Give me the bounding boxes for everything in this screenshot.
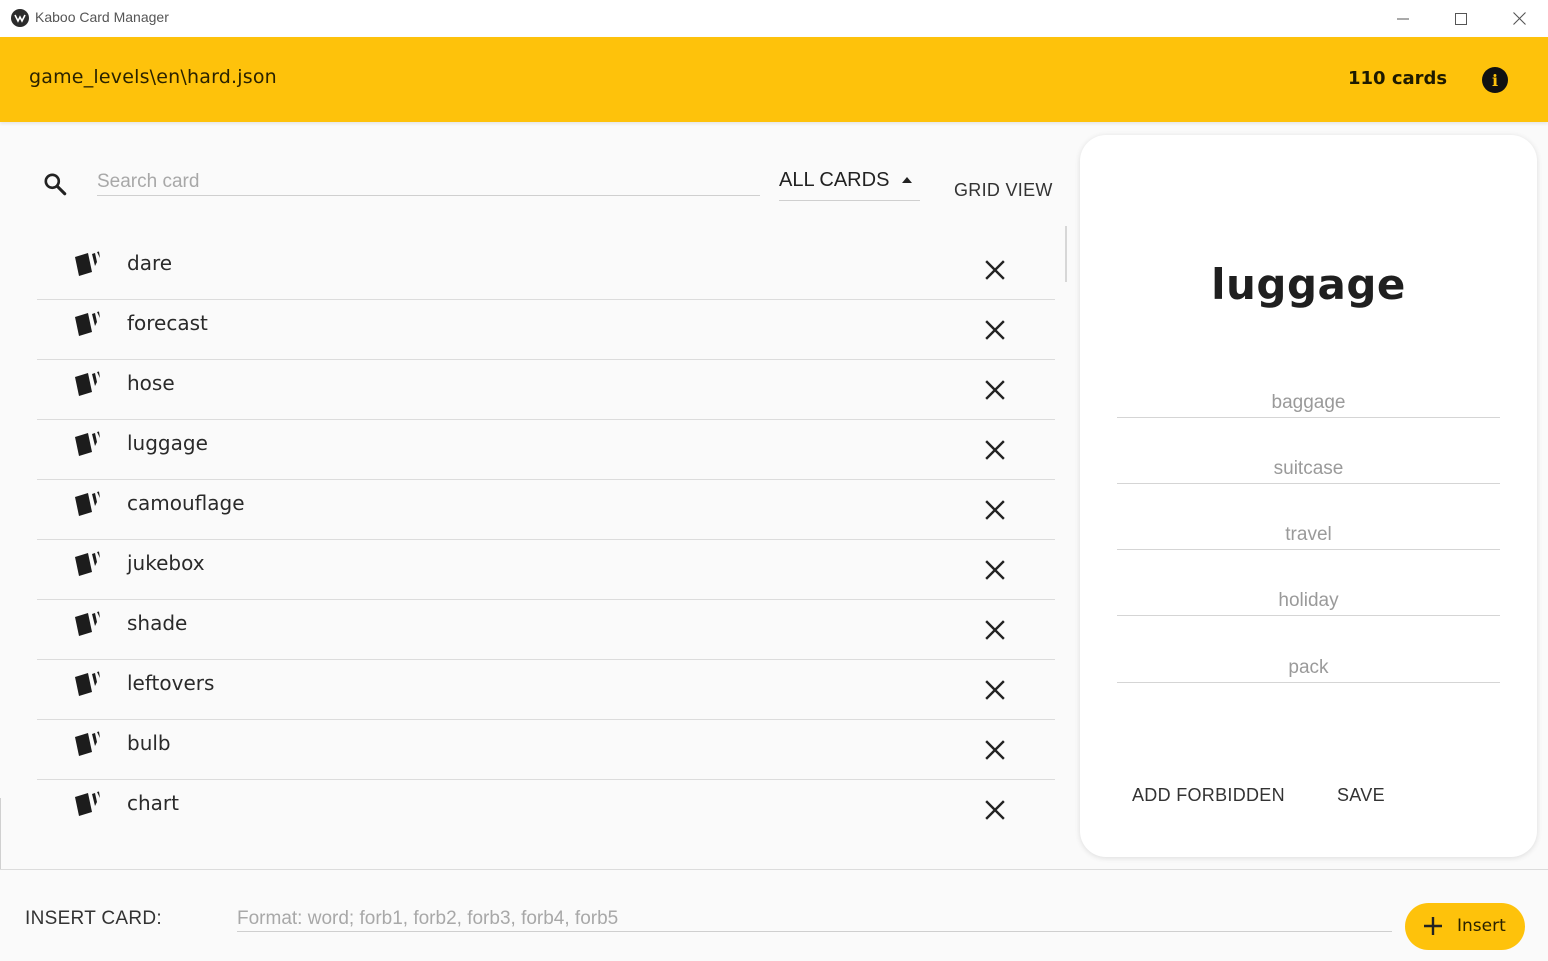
- plus-icon: [1424, 917, 1442, 935]
- window-titlebar: Kaboo Card Manager: [0, 0, 1548, 37]
- minimize-icon: [1397, 18, 1409, 19]
- info-icon: i: [1491, 70, 1499, 90]
- card-row[interactable]: camouflage: [37, 480, 1055, 540]
- insert-button[interactable]: Insert: [1405, 903, 1525, 950]
- caret-up-icon: [902, 177, 912, 183]
- card-row[interactable]: forecast: [37, 300, 1055, 360]
- card-row[interactable]: shade: [37, 600, 1055, 660]
- app-header: game_levels\en\hard.json 110 cards i: [0, 37, 1548, 122]
- delete-card-button[interactable]: [983, 438, 1007, 462]
- forbidden-word-field[interactable]: [1117, 388, 1500, 418]
- cards-icon: [75, 671, 100, 696]
- card-word: camouflage: [127, 491, 245, 515]
- insert-label: INSERT CARD:: [25, 908, 162, 929]
- card-row[interactable]: hose: [37, 360, 1055, 420]
- window-title: Kaboo Card Manager: [35, 9, 169, 25]
- grid-view-button[interactable]: GRID VIEW: [954, 180, 1053, 201]
- add-forbidden-button[interactable]: ADD FORBIDDEN: [1132, 785, 1285, 806]
- search-input[interactable]: [97, 169, 760, 196]
- insert-card-input[interactable]: [237, 906, 1392, 932]
- cards-icon: [75, 251, 100, 276]
- card-list: dare forecast hose luggage camouflage ju…: [37, 240, 1055, 840]
- card-row[interactable]: bulb: [37, 720, 1055, 780]
- close-icon: [1512, 12, 1526, 25]
- cards-icon: [75, 491, 100, 516]
- list-scrollbar[interactable]: [1065, 226, 1067, 282]
- maximize-button[interactable]: [1432, 0, 1490, 37]
- cards-icon: [75, 791, 100, 816]
- forbidden-word-field[interactable]: [1117, 454, 1500, 484]
- file-path: game_levels\en\hard.json: [29, 66, 277, 88]
- delete-card-button[interactable]: [983, 498, 1007, 522]
- search-icon: [44, 173, 67, 196]
- delete-card-button[interactable]: [983, 618, 1007, 642]
- cards-icon: [75, 731, 100, 756]
- card-word: shade: [127, 611, 188, 635]
- insert-button-label: Insert: [1457, 916, 1506, 936]
- card-word: dare: [127, 251, 173, 275]
- card-word: leftovers: [127, 671, 215, 695]
- card-row[interactable]: chart: [37, 780, 1055, 840]
- cards-icon: [75, 311, 100, 336]
- card-word: bulb: [127, 731, 171, 755]
- filter-dropdown[interactable]: ALL CARDS: [779, 168, 920, 201]
- cards-icon: [75, 371, 100, 396]
- card-word: chart: [127, 791, 179, 815]
- delete-card-button[interactable]: [983, 258, 1007, 282]
- card-row[interactable]: dare: [37, 240, 1055, 300]
- cards-icon: [75, 551, 100, 576]
- close-window-button[interactable]: [1490, 0, 1548, 37]
- delete-card-button[interactable]: [983, 378, 1007, 402]
- insert-bar: INSERT CARD: Insert: [0, 869, 1548, 961]
- forbidden-word-field[interactable]: [1117, 653, 1500, 683]
- info-button[interactable]: i: [1482, 67, 1508, 93]
- forbidden-word-field[interactable]: [1117, 520, 1500, 550]
- card-word: luggage: [127, 431, 208, 455]
- card-row[interactable]: luggage: [37, 420, 1055, 480]
- delete-card-button[interactable]: [983, 678, 1007, 702]
- delete-card-button[interactable]: [983, 798, 1007, 822]
- delete-card-button[interactable]: [983, 738, 1007, 762]
- card-detail-panel: luggage ADD FORBIDDEN SAVE: [1080, 135, 1537, 857]
- delete-card-button[interactable]: [983, 318, 1007, 342]
- filter-selected-value: ALL CARDS: [779, 169, 890, 191]
- save-button[interactable]: SAVE: [1337, 785, 1385, 806]
- maximize-icon: [1455, 12, 1467, 25]
- card-word: hose: [127, 371, 175, 395]
- card-row[interactable]: jukebox: [37, 540, 1055, 600]
- delete-card-button[interactable]: [983, 558, 1007, 582]
- cards-icon: [75, 431, 100, 456]
- card-word: forecast: [127, 311, 208, 335]
- minimize-button[interactable]: [1374, 0, 1432, 37]
- card-word: jukebox: [127, 551, 205, 575]
- card-count: 110 cards: [1348, 68, 1448, 89]
- kaboo-logo-icon: [11, 9, 29, 27]
- card-row[interactable]: leftovers: [37, 660, 1055, 720]
- cards-icon: [75, 611, 100, 636]
- forbidden-word-field[interactable]: [1117, 586, 1500, 616]
- detail-word[interactable]: luggage: [1080, 260, 1537, 309]
